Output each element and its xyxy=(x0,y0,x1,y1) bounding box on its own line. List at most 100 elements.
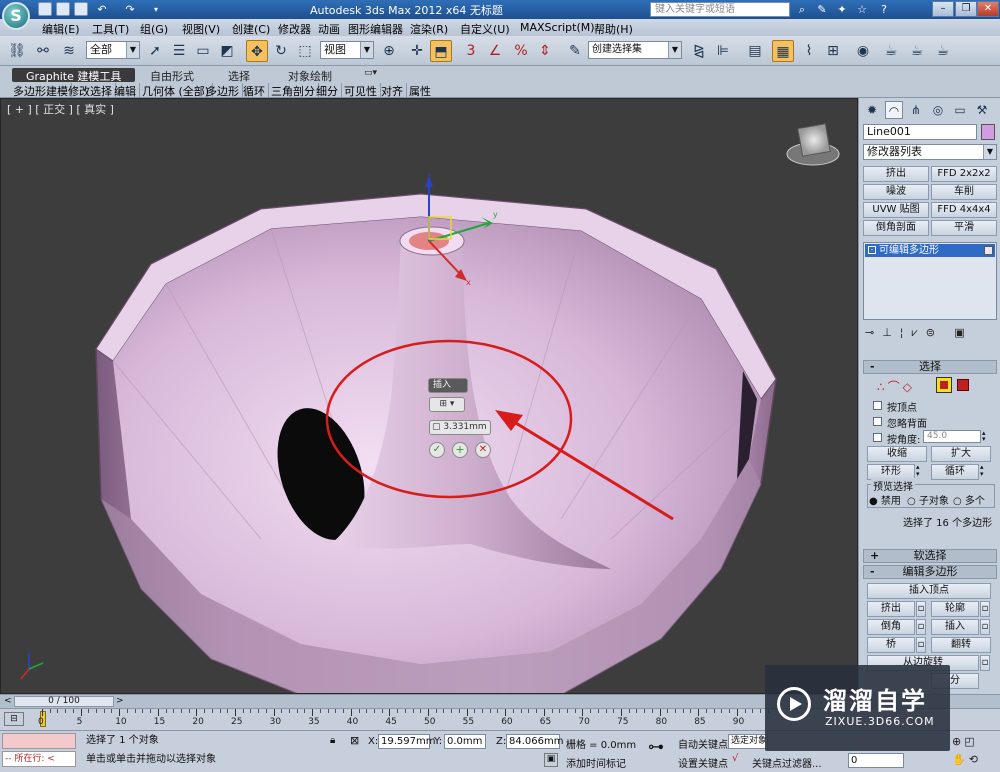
snaps-toggle-icon[interactable]: 3 xyxy=(460,40,482,62)
ribbon-tris[interactable]: 三角剖分 xyxy=(268,83,319,98)
modifier-list-dropdown[interactable]: 修改器列表 ▼ xyxy=(863,144,997,160)
select-scale-icon[interactable]: ⬚ xyxy=(294,40,316,62)
x-coordinate-field[interactable]: 19.597mm xyxy=(378,734,435,749)
hierarchy-tab-icon[interactable]: ⋔ xyxy=(907,101,925,119)
select-move-icon[interactable]: ✥ xyxy=(246,40,268,62)
loop-spinner-icon[interactable]: ▴ ▾ xyxy=(980,464,988,480)
ribbon-geometry-all[interactable]: 几何体 (全部) xyxy=(139,83,214,98)
redo-icon[interactable]: ↷ xyxy=(122,2,138,17)
ring-spinner-icon[interactable]: ▴ ▾ xyxy=(916,464,924,480)
ribbon-edit[interactable]: 编辑 xyxy=(111,83,140,98)
motion-tab-icon[interactable]: ◎ xyxy=(929,101,947,119)
app-logo-icon[interactable]: S xyxy=(2,2,30,30)
menu-edit[interactable]: 编辑(E) xyxy=(42,21,80,37)
material-editor-icon[interactable]: ◉ xyxy=(852,40,874,62)
menu-animation[interactable]: 动画 xyxy=(318,21,340,37)
render-setup-icon[interactable]: ☕ xyxy=(880,40,902,62)
ribbon-polygons[interactable]: 多边形 xyxy=(203,83,243,98)
bind-spacewarp-icon[interactable]: ≋ xyxy=(58,40,80,62)
inset-button[interactable]: 插入 xyxy=(931,619,979,635)
by-vertex-checkbox[interactable] xyxy=(873,401,882,410)
auto-key-selection-dropdown[interactable]: 选定对象 xyxy=(728,734,768,749)
ribbon-tab-graphite[interactable]: Graphite 建模工具 xyxy=(12,68,136,83)
tools-icon[interactable]: ✎ xyxy=(814,2,830,17)
element-subobject-icon[interactable] xyxy=(957,379,969,391)
ribbon-tab-object-paint[interactable]: 对象绘制 xyxy=(288,68,332,83)
maxscript-listener[interactable] xyxy=(2,733,76,749)
next-frame-icon[interactable]: > xyxy=(116,696,126,707)
prev-frame-icon[interactable]: < xyxy=(4,696,14,707)
graphite-toggle-icon[interactable]: ▦ xyxy=(772,40,794,62)
set-key-icon[interactable]: √ xyxy=(732,753,738,764)
modifier-ffd222-button[interactable]: FFD 2x2x2 xyxy=(931,166,997,182)
ribbon-polygon-modeling[interactable]: 多边形建模 xyxy=(10,83,72,98)
mirror-icon[interactable]: ⧎ xyxy=(688,40,710,62)
binoculars-icon[interactable]: ⌕ xyxy=(794,2,810,17)
select-manipulate-icon[interactable]: ✛ xyxy=(406,40,428,62)
preview-off-radio[interactable]: ● 禁用 xyxy=(869,492,901,507)
bridge-settings-button[interactable]: ▫ xyxy=(916,637,926,653)
stack-item-toggle-icon[interactable] xyxy=(984,246,993,255)
extrude-button[interactable]: 挤出 xyxy=(867,601,915,617)
menu-modifiers[interactable]: 修改器 xyxy=(278,21,311,37)
ribbon-tab-freeform[interactable]: 自由形式 xyxy=(150,68,194,83)
favorites-icon[interactable]: ☆ xyxy=(854,2,870,17)
loop-button[interactable]: 循环 xyxy=(931,464,979,480)
ribbon-tab-selection[interactable]: 选择 xyxy=(228,68,250,83)
named-selection-dropdown[interactable]: 创建选择集 ▼ xyxy=(588,41,682,59)
caddy-cancel-icon[interactable]: ✕ xyxy=(475,442,491,458)
ribbon-properties[interactable]: 属性 xyxy=(406,83,434,98)
menu-views[interactable]: 视图(V) xyxy=(182,21,220,37)
inset-settings-button[interactable]: ▫ xyxy=(980,619,990,635)
menu-create[interactable]: 创建(C) xyxy=(232,21,270,37)
ribbon-options-icon[interactable]: ▭▾ xyxy=(364,68,377,82)
z-coordinate-field[interactable]: 84.066mm xyxy=(506,734,563,749)
viewport-navigation-icons[interactable]: ⊕◰ ✋⟲ xyxy=(952,733,998,769)
preview-multi-radio[interactable]: ○ 多个 xyxy=(953,492,985,507)
polygon-subobject-icon[interactable] xyxy=(936,377,952,393)
time-tag-icon[interactable]: ▣ xyxy=(544,753,558,767)
menu-maxscript[interactable]: MAXScript(M) xyxy=(520,21,595,34)
modifier-lathe-button[interactable]: 车削 xyxy=(931,184,997,200)
preview-subobject-radio[interactable]: ○ 子对象 xyxy=(907,492,949,507)
insert-vertex-button[interactable]: 插入顶点 xyxy=(867,583,991,599)
menu-group[interactable]: 组(G) xyxy=(140,21,168,37)
y-coordinate-field[interactable]: 0.0mm xyxy=(444,734,486,749)
modifier-extrude-button[interactable]: 挤出 xyxy=(863,166,929,182)
angle-snap-icon[interactable]: ∠ xyxy=(484,40,506,62)
ribbon-loops[interactable]: 循环 xyxy=(240,83,269,98)
render-production-icon[interactable]: ☕ xyxy=(932,40,954,62)
bevel-settings-button[interactable]: ▫ xyxy=(916,619,926,635)
shrink-button[interactable]: 收缩 xyxy=(867,446,927,462)
curve-editor-icon[interactable]: ⌇ xyxy=(798,40,820,62)
select-by-name-icon[interactable]: ☰ xyxy=(168,40,190,62)
schematic-view-icon[interactable]: ⊞ xyxy=(822,40,844,62)
community-icon[interactable]: ✦ xyxy=(834,2,850,17)
bridge-button[interactable]: 桥 xyxy=(867,637,915,653)
absolute-mode-icon[interactable]: ⊠ xyxy=(350,734,359,747)
modifier-smooth-button[interactable]: 平滑 xyxy=(931,220,997,236)
ignore-backfacing-checkbox[interactable] xyxy=(873,417,882,426)
mini-curve-editor-icon[interactable]: ⊟ xyxy=(4,712,24,726)
modifier-uvw-map-button[interactable]: UVW 贴图 xyxy=(863,202,929,218)
modify-tab-icon[interactable]: ◠ xyxy=(885,101,903,119)
menu-graph-editors[interactable]: 图形编辑器 xyxy=(348,21,403,37)
ribbon-visibility[interactable]: 可见性 xyxy=(341,83,381,98)
help-icon[interactable]: ? xyxy=(876,2,892,17)
caddy-amount-field[interactable]: ▢ 3.331mm xyxy=(429,420,491,435)
viewport-perspective[interactable]: [ + ] [ 正交 ] [ 真实 ] z y x 插入 ⊞ ▾ ▢ 3.331… xyxy=(0,98,858,694)
add-time-tag-button[interactable]: 添加时间标记 xyxy=(566,755,626,770)
create-tab-icon[interactable]: ✹ xyxy=(863,101,881,119)
minimize-button[interactable]: – xyxy=(932,1,954,17)
caddy-inset-type-dropdown[interactable]: ⊞ ▾ xyxy=(429,397,465,412)
outline-button[interactable]: 轮廓 xyxy=(931,601,979,617)
time-slider-thumb[interactable]: 0 / 100 xyxy=(14,696,114,707)
window-crossing-icon[interactable]: ◩ xyxy=(216,40,238,62)
align-icon[interactable]: ⊫ xyxy=(712,40,734,62)
object-name-field[interactable]: Line001 xyxy=(863,124,977,140)
ribbon-subdivision[interactable]: 细分 xyxy=(313,83,342,98)
angle-spinner-icon[interactable]: ▴ ▾ xyxy=(982,430,990,443)
outline-settings-button[interactable]: ▫ xyxy=(980,601,990,617)
percent-snap-icon[interactable]: % xyxy=(510,40,532,62)
menu-rendering[interactable]: 渲染(R) xyxy=(410,21,448,37)
